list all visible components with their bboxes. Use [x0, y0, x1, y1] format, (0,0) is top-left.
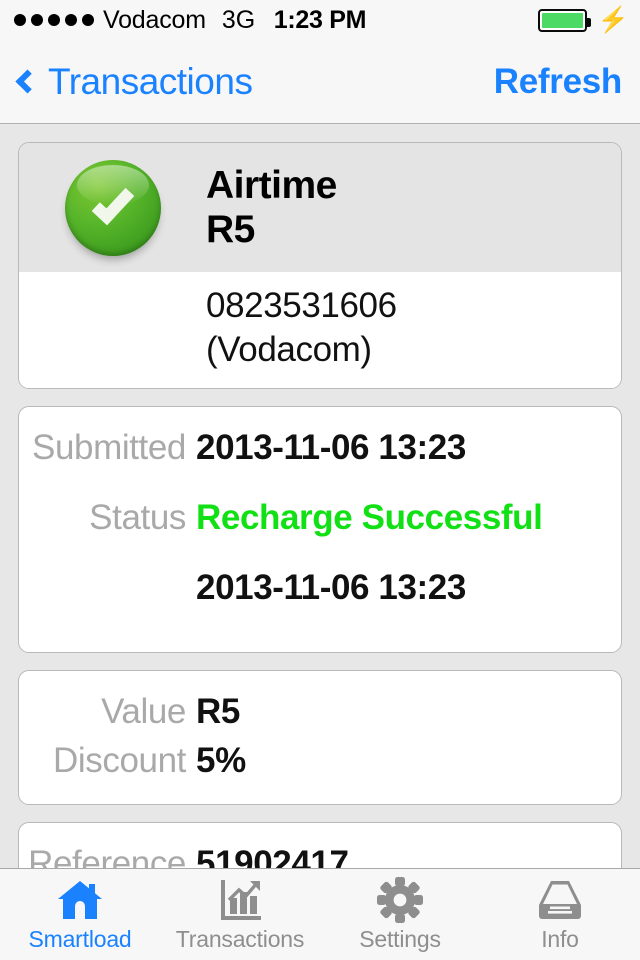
chevron-left-icon	[15, 69, 40, 94]
status-label: Status	[89, 498, 186, 538]
detail-row-discount: Discount 5%	[19, 741, 621, 781]
back-button-label: Transactions	[48, 60, 253, 102]
submitted-label: Submitted	[32, 428, 186, 468]
transaction-summary-card: Airtime R5 0823531606 (Vodacom)	[18, 142, 622, 390]
charging-bolt-icon: ⚡	[597, 5, 629, 34]
submitted-value: 2013-11-06 13:23	[196, 428, 466, 468]
amount-label: R5	[206, 207, 255, 251]
bar-chart-icon	[217, 876, 263, 924]
status-bar-right: ⚡	[537, 0, 629, 40]
status-badge: Recharge Successful	[196, 498, 543, 538]
detail-row-value: Value R5	[19, 692, 621, 732]
battery-full-icon	[537, 8, 591, 32]
value-amount: R5	[196, 692, 240, 732]
tab-bar: Smartload Transactions Settings Info	[0, 868, 640, 960]
transaction-summary-header: Airtime R5	[19, 143, 621, 272]
transaction-detail-content: Airtime R5 0823531606 (Vodacom) Submitte…	[0, 125, 640, 909]
transaction-recipient-body: 0823531606 (Vodacom)	[19, 272, 621, 389]
gear-icon	[377, 876, 423, 924]
back-button[interactable]: Transactions	[14, 60, 253, 103]
discount-label: Discount	[53, 741, 186, 781]
detail-row-submitted: Submitted 2013-11-06 13:23	[19, 428, 621, 468]
tab-transactions[interactable]: Transactions	[160, 869, 320, 953]
home-icon	[56, 876, 104, 924]
status-bar: Vodacom 3G 1:23 PM ⚡	[0, 0, 640, 40]
product-label: Airtime	[206, 163, 337, 207]
tab-settings[interactable]: Settings	[320, 869, 480, 953]
value-label: Value	[101, 692, 186, 732]
network-value: (Vodacom)	[206, 330, 372, 370]
tab-label-smartload: Smartload	[28, 926, 132, 952]
discount-amount: 5%	[196, 741, 246, 781]
detail-row-completed: 2013-11-06 13:23	[19, 568, 621, 608]
detail-row-status: Status Recharge Successful	[19, 498, 621, 538]
completed-value: 2013-11-06 13:23	[196, 568, 466, 608]
tab-info[interactable]: Info	[480, 869, 640, 953]
transaction-amounts-card: Value R5 Discount 5%	[18, 670, 622, 806]
navigation-bar: Transactions Refresh	[0, 40, 640, 124]
transaction-status-card: Submitted 2013-11-06 13:23 Status Rechar…	[18, 406, 622, 654]
transaction-summary-texts: Airtime R5	[206, 164, 337, 251]
refresh-button[interactable]: Refresh	[494, 62, 623, 102]
app-screen: Vodacom 3G 1:23 PM ⚡ Transactions Refres…	[0, 0, 640, 960]
amount-rows: Value R5 Discount 5%	[19, 671, 621, 804]
tab-label-info: Info	[541, 926, 579, 952]
msisdn-value: 0823531606	[206, 286, 397, 325]
status-rows: Submitted 2013-11-06 13:23 Status Rechar…	[19, 407, 621, 652]
green-check-circle-icon	[19, 159, 206, 256]
inbox-tray-icon	[537, 876, 583, 924]
tab-smartload[interactable]: Smartload	[0, 869, 160, 953]
tab-label-settings: Settings	[359, 926, 441, 952]
tab-label-transactions: Transactions	[175, 926, 305, 952]
